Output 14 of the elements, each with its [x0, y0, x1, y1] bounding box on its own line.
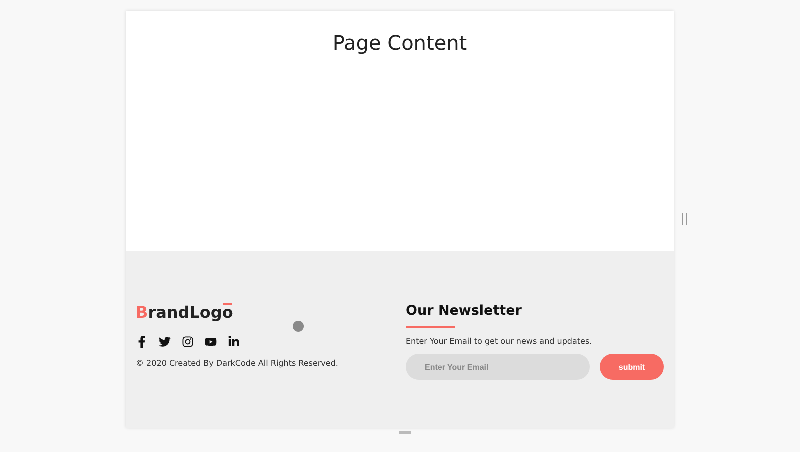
page-heading: Page Content [332, 31, 468, 57]
copyright-text: © 2020 Created By DarkCode All Rights Reserved. [136, 359, 340, 368]
facebook-icon[interactable] [136, 336, 148, 348]
linkedin-icon[interactable] [228, 336, 240, 348]
newsletter-text: Enter Your Email to get our news and updates. [406, 337, 594, 346]
youtube-icon[interactable] [205, 336, 217, 348]
twitter-icon[interactable] [159, 336, 171, 348]
resize-handle[interactable] [399, 431, 411, 434]
instagram-icon[interactable] [182, 336, 194, 348]
brand-logo: BrandLogo [136, 303, 234, 322]
newsletter-title: Our Newsletter [406, 303, 523, 319]
email-field[interactable]: Enter Your Email [406, 354, 590, 380]
resize-handle[interactable] [682, 213, 687, 225]
submit-button[interactable]: submit [600, 354, 664, 380]
